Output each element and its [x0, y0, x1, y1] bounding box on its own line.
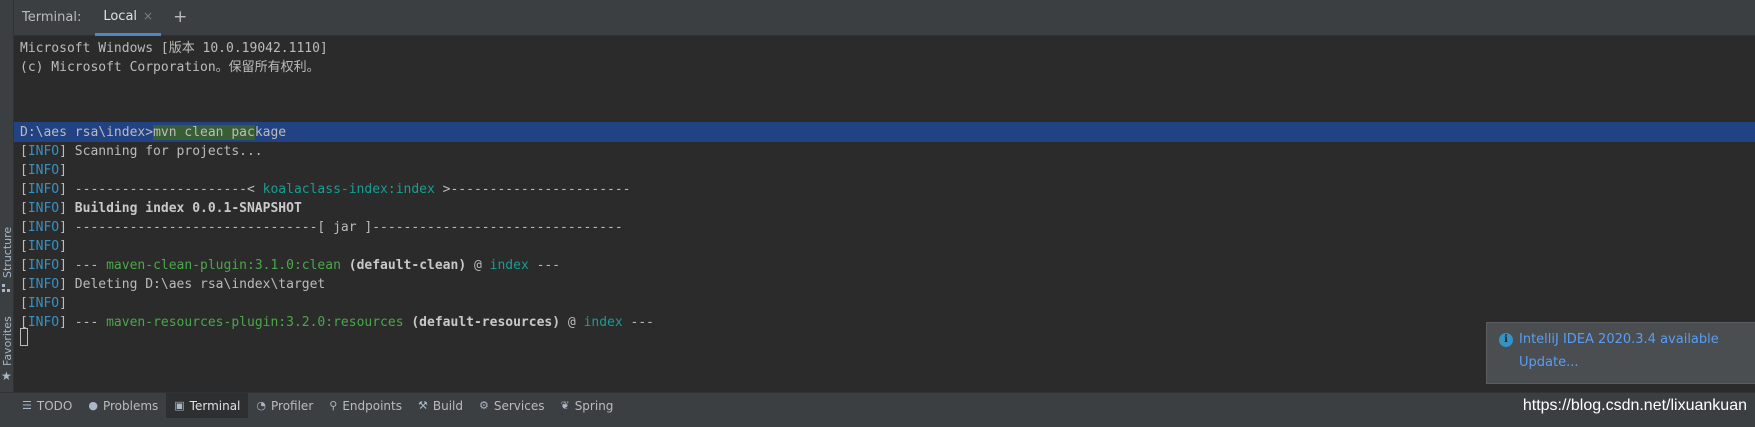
output-line: [INFO] Building index 0.0.1-SNAPSHOT: [20, 201, 302, 216]
star-icon: ★: [1, 369, 12, 383]
tool-tab-todo[interactable]: ☰ TODO: [14, 393, 80, 419]
spring-icon: ❦: [560, 399, 570, 412]
output-line: [INFO]: [20, 163, 67, 178]
terminal-title: Terminal:: [22, 10, 82, 25]
structure-tab-label: Structure: [1, 226, 14, 278]
tool-tab-services[interactable]: ⚙ Services: [471, 393, 552, 419]
command-rest: kage: [254, 125, 287, 140]
hammer-icon: ⚒: [417, 399, 428, 412]
watermark-text: https://blog.csdn.net/lixuankuan: [1522, 397, 1747, 414]
structure-tool-tab[interactable]: Structure: [0, 200, 14, 296]
status-bar: [0, 418, 1755, 427]
left-tool-strip: Structure Favorites ★: [0, 0, 14, 394]
tool-tab-problems[interactable]: ● Problems: [80, 393, 166, 419]
output-line: [INFO] Scanning for projects...: [20, 144, 263, 159]
command-line: D:\aes rsa\index>mvn clean package: [20, 123, 286, 142]
problems-icon: ●: [88, 399, 98, 412]
output-line: (c) Microsoft Corporation。保留所有权利。: [20, 60, 320, 75]
close-icon[interactable]: ×: [143, 9, 153, 23]
tab-local[interactable]: Local ×: [95, 0, 162, 36]
tool-tab-endpoints[interactable]: ⚲ Endpoints: [321, 393, 410, 419]
output-line: [INFO] Deleting D:\aes rsa\index\target: [20, 277, 326, 292]
add-tab-icon[interactable]: +: [173, 9, 187, 26]
tool-tab-build[interactable]: ⚒ Build: [410, 393, 471, 419]
output-line: [INFO]: [20, 239, 67, 254]
terminal-header: Terminal: Local × +: [14, 0, 1755, 36]
command-selection: mvn clean pac: [153, 125, 255, 140]
update-link[interactable]: Update...: [1519, 355, 1578, 370]
tool-tab-spring[interactable]: ❦ Spring: [552, 393, 621, 419]
tool-tab-terminal[interactable]: ▣ Terminal: [166, 392, 249, 419]
info-icon: i: [1499, 333, 1513, 347]
tool-window-bar: ☰ TODO ● Problems ▣ Terminal ◔ Profiler ⚲ End…: [0, 392, 1755, 419]
prompt: D:\aes rsa\index>: [20, 125, 154, 140]
tab-local-label: Local: [103, 8, 138, 24]
endpoints-icon: ⚲: [329, 399, 338, 412]
output-line: [INFO]: [20, 296, 67, 311]
terminal-icon: ▣: [174, 399, 185, 412]
output-line: [INFO] --- maven-clean-plugin:3.1.0:clea…: [20, 258, 561, 273]
notification-title: IntelliJ IDEA 2020.3.4 available: [1519, 332, 1719, 347]
terminal-cursor: [20, 328, 28, 346]
update-notification: i IntelliJ IDEA 2020.3.4 available Updat…: [1486, 322, 1755, 384]
output-line: Microsoft Windows [版本 10.0.19042.1110]: [20, 41, 328, 56]
favorites-tab-label: Favorites: [1, 316, 14, 366]
output-line: [INFO] -------------------------------[ …: [20, 220, 623, 235]
output-line: [INFO] ----------------------< koalaclas…: [20, 182, 631, 197]
tool-tab-profiler[interactable]: ◔ Profiler: [248, 393, 321, 419]
services-icon: ⚙: [478, 399, 489, 412]
structure-icon: [2, 284, 10, 292]
list-icon: ☰: [22, 399, 32, 412]
output-line: [INFO] --- maven-resources-plugin:3.2.0:…: [20, 315, 655, 330]
profiler-icon: ◔: [256, 399, 266, 412]
favorites-tool-tab[interactable]: Favorites ★: [0, 310, 14, 390]
